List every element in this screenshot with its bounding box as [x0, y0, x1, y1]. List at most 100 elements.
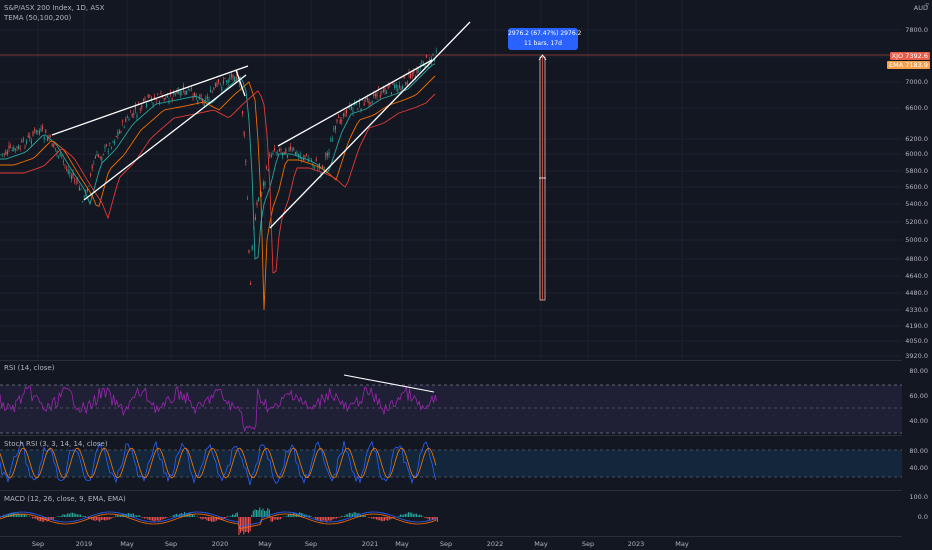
candle-body — [382, 89, 384, 93]
macd-histogram-bar — [273, 517, 275, 520]
macd-histogram-bar — [348, 512, 350, 517]
candle-body — [69, 172, 71, 174]
time-tick: May — [120, 540, 134, 548]
price-chart[interactable] — [0, 0, 902, 360]
candle-body — [258, 197, 260, 201]
time-tick: Sep — [439, 540, 453, 548]
macd-histogram-bar — [208, 517, 210, 522]
candle-body — [435, 51, 437, 53]
macd-histogram-bar — [172, 515, 174, 517]
macd-histogram-bar — [174, 514, 176, 517]
candle-body — [115, 136, 117, 137]
macd-histogram-bar — [35, 517, 37, 519]
candle-body — [333, 128, 335, 130]
candle-body — [229, 77, 231, 80]
candle-body — [34, 129, 36, 131]
candle-body — [53, 144, 55, 148]
candle-body — [64, 164, 66, 166]
macd-histogram-bar — [134, 515, 136, 517]
macd-histogram-bar — [203, 517, 205, 519]
candle-body — [432, 54, 434, 56]
candle-body — [290, 146, 292, 150]
candle-body — [341, 120, 343, 122]
alert-bell-icon[interactable]: ▿ — [925, 1, 929, 9]
macd-histogram-bar — [331, 517, 333, 521]
rsi-label[interactable]: RSI (14, close) — [4, 364, 54, 372]
macd-histogram-bar — [401, 514, 403, 517]
macd-label[interactable]: MACD (12, 26, close, 9, EMA, EMA) — [4, 495, 126, 503]
symbol-title[interactable]: S&P/ASX 200 Index, 1D, ASX — [4, 4, 104, 12]
candle-body — [149, 94, 151, 97]
candle-body — [226, 80, 228, 82]
candle-body — [344, 114, 346, 116]
candle-body — [270, 155, 272, 158]
candle-body — [214, 83, 216, 87]
candle-body — [80, 189, 82, 191]
macd-histogram-bar — [256, 509, 258, 517]
candle-body — [376, 93, 378, 97]
price-tick: 4190.0 — [905, 322, 928, 330]
macd-histogram-bar — [110, 517, 112, 520]
candle-body — [61, 154, 63, 157]
macd-histogram-bar — [400, 514, 402, 517]
macd-histogram-bar — [398, 515, 400, 517]
candle-body — [59, 152, 61, 156]
candle-body — [272, 153, 274, 155]
candle-body — [181, 94, 183, 96]
candle-body — [133, 113, 135, 115]
macd-histogram-bar — [169, 516, 171, 517]
macd-histogram-bar — [252, 510, 254, 517]
candle-body — [418, 71, 420, 73]
macd-histogram-bar — [64, 514, 66, 517]
candle-body — [384, 87, 386, 92]
macd-histogram-bar — [315, 517, 317, 520]
candle-body — [240, 89, 242, 91]
candle-body — [109, 142, 111, 144]
price-tick: 4800.0 — [905, 255, 928, 263]
candle-body — [50, 135, 52, 137]
candle-body — [125, 118, 127, 122]
macd-histogram-bar — [33, 517, 35, 519]
macd-histogram-bar — [425, 517, 427, 518]
candle-body — [93, 163, 95, 165]
macd-histogram-bar — [337, 517, 339, 518]
time-tick: May — [534, 540, 548, 548]
candle-body — [251, 245, 253, 250]
macd-tick: 100.0 — [909, 493, 928, 501]
time-tick: May — [258, 540, 272, 548]
macd-histogram-bar — [368, 517, 370, 518]
macd-histogram-bar — [288, 514, 290, 517]
time-axis-divider — [0, 536, 932, 537]
macd-histogram-bar — [385, 517, 387, 520]
candle-body — [245, 160, 247, 163]
candle-body — [424, 64, 426, 67]
candle-body — [285, 149, 287, 154]
macd-histogram-bar — [145, 517, 147, 519]
candle-body — [22, 139, 24, 141]
stoch-rsi-chart[interactable] — [0, 436, 902, 490]
tema-indicator-label[interactable]: TEMA (50,100,200) — [4, 14, 71, 22]
macd-histogram-bar — [156, 517, 158, 521]
candle-body — [406, 82, 408, 84]
price-tick: 4640.0 — [905, 272, 928, 280]
macd-histogram-bar — [112, 517, 114, 518]
price-axis[interactable]: AUD ▿ 7800.07400.07000.06600.06200.06000… — [887, 0, 932, 550]
candle-body — [74, 180, 76, 182]
stoch-rsi-label[interactable]: Stoch RSI (3, 3, 14, 14, close) — [4, 440, 108, 448]
macd-histogram-bar — [32, 517, 34, 519]
macd-histogram-bar — [76, 514, 78, 517]
macd-histogram-bar — [227, 516, 229, 517]
candle-body — [314, 166, 316, 168]
macd-histogram-bar — [137, 515, 139, 517]
macd-histogram-bar — [190, 513, 192, 517]
macd-histogram-bar — [150, 517, 152, 521]
macd-chart[interactable] — [0, 491, 902, 535]
macd-histogram-bar — [80, 514, 82, 517]
rsi-band — [0, 385, 902, 433]
rsi-chart[interactable] — [0, 361, 902, 435]
macd-histogram-bar — [411, 512, 413, 517]
macd-histogram-bar — [97, 517, 99, 521]
candle-body — [94, 156, 96, 159]
candle-body — [266, 167, 268, 169]
last-price: 7392.6 — [905, 52, 928, 60]
